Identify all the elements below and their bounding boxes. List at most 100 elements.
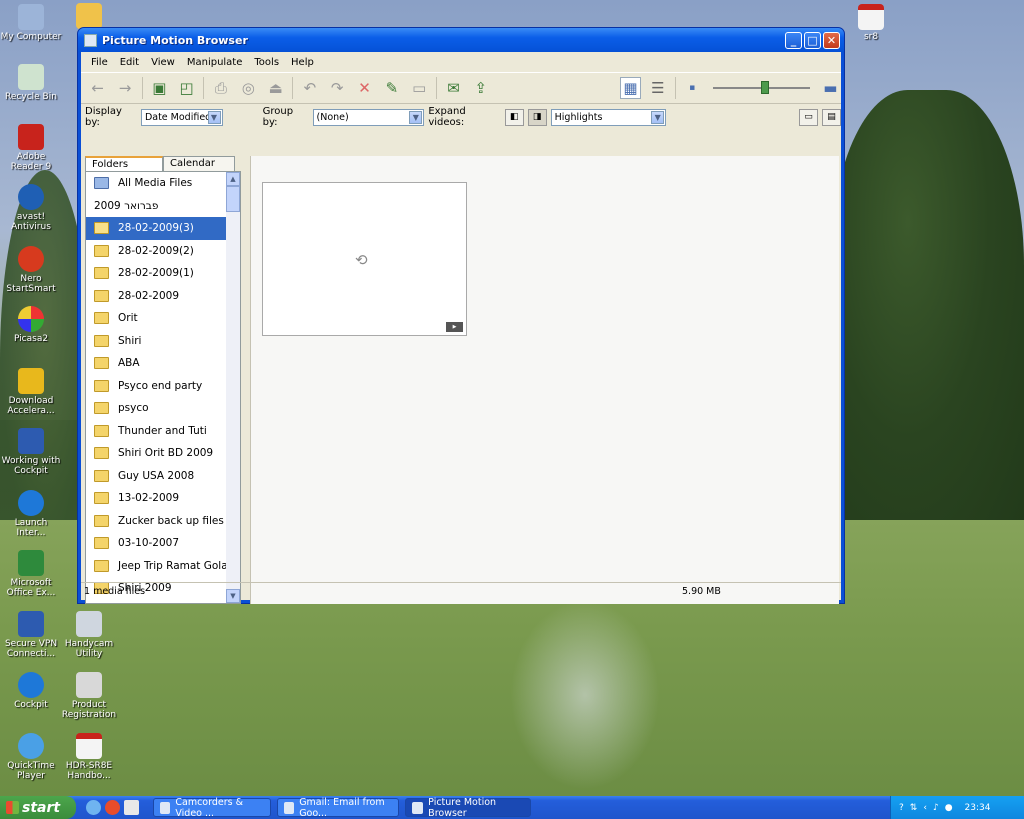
- menu-manipulate[interactable]: Manipulate: [181, 57, 249, 68]
- eject-icon[interactable]: ⏏: [265, 77, 286, 99]
- desktop-icon-my-computer[interactable]: My Computer: [0, 4, 62, 42]
- desktop-icon-avast[interactable]: avast! Antivirus: [0, 184, 62, 232]
- small-thumb-icon[interactable]: ▪: [681, 77, 702, 99]
- all-media-files-item[interactable]: All Media Files: [86, 172, 240, 195]
- folder-item[interactable]: 28-02-2009(2): [86, 240, 240, 263]
- view-single-button[interactable]: ▭: [798, 108, 818, 126]
- expand-videos-off-button[interactable]: ◧: [504, 108, 524, 126]
- desktop-icon-handycam-utility[interactable]: Handycam Utility: [58, 611, 120, 659]
- folder-item[interactable]: 28-02-2009(3): [86, 217, 240, 240]
- thumbnail-view-icon[interactable]: ▦: [619, 77, 642, 99]
- tab-folders[interactable]: Folders: [85, 156, 163, 172]
- network-icon[interactable]: ⇅: [910, 803, 918, 813]
- e-mail-icon[interactable]: ✉: [443, 77, 464, 99]
- antivirus-icon[interactable]: ●: [945, 803, 953, 813]
- scrollbar-thumb[interactable]: [226, 186, 240, 212]
- import-icon[interactable]: ▣: [149, 77, 170, 99]
- opera-icon[interactable]: [105, 800, 120, 815]
- scroll-up-icon[interactable]: ▲: [226, 172, 240, 186]
- back-arrow-icon[interactable]: ←: [87, 77, 108, 99]
- menu-tools[interactable]: Tools: [248, 57, 285, 68]
- menu-view[interactable]: View: [145, 57, 181, 68]
- desktop-icon-cockpit[interactable]: Cockpit: [0, 672, 62, 710]
- folder-item[interactable]: Thunder and Tuti: [86, 420, 240, 443]
- thumbnail-size-slider[interactable]: [712, 81, 810, 94]
- volume-icon[interactable]: ♪: [933, 803, 939, 813]
- internet-explorer-icon[interactable]: [86, 800, 101, 815]
- menu-help[interactable]: Help: [285, 57, 320, 68]
- app-icon: [84, 33, 97, 47]
- folder-item[interactable]: 13-02-2009: [86, 487, 240, 510]
- slider-thumb[interactable]: [760, 81, 769, 94]
- group-by-select[interactable]: (None) ▼: [312, 108, 425, 126]
- large-thumb-icon[interactable]: ▬: [820, 77, 841, 99]
- forward-arrow-icon[interactable]: →: [114, 77, 135, 99]
- desktop-icon-working-with-cockpit[interactable]: Working with Cockpit: [0, 428, 62, 476]
- desktop-icon-launch-internet[interactable]: Launch Inter...: [0, 490, 62, 538]
- delete-icon[interactable]: ✕: [354, 77, 375, 99]
- menu-edit[interactable]: Edit: [114, 57, 145, 68]
- desktop-icon-adobe-reader[interactable]: Adobe Reader 9: [0, 124, 62, 172]
- folder-item[interactable]: Guy USA 2008: [86, 465, 240, 488]
- folder-list-scrollbar[interactable]: ▲ ▼: [226, 172, 240, 603]
- rotate-left-icon[interactable]: ↶: [299, 77, 320, 99]
- disc-icon[interactable]: ◎: [238, 77, 259, 99]
- minimize-button[interactable]: _: [785, 31, 802, 49]
- desktop-icon-download-accelerator[interactable]: Download Accelera...: [0, 368, 62, 416]
- folder-item[interactable]: ABA: [86, 352, 240, 375]
- edit-tools-icon[interactable]: ✎: [381, 77, 402, 99]
- start-button[interactable]: start: [0, 796, 76, 819]
- upload-icon[interactable]: ⇪: [470, 77, 491, 99]
- clock[interactable]: 23:34: [965, 803, 991, 813]
- folder-item[interactable]: psyco: [86, 397, 240, 420]
- folder-item[interactable]: Shiri Orit BD 2009: [86, 442, 240, 465]
- taskbar-item-camcorders[interactable]: Camcorders & Video ...: [153, 797, 271, 819]
- folder-item[interactable]: 03-10-2007: [86, 532, 240, 555]
- export-folder-icon[interactable]: ◰: [176, 77, 197, 99]
- folder-item[interactable]: Psyco end party: [86, 375, 240, 398]
- chevron-down-icon[interactable]: ▼: [409, 110, 423, 124]
- folder-item[interactable]: 28-02-2009(1): [86, 262, 240, 285]
- slideshow-icon[interactable]: ▭: [409, 77, 430, 99]
- chevron-down-icon[interactable]: ▼: [207, 110, 221, 124]
- taskbar-item-picture-motion-browser[interactable]: Picture Motion Browser: [405, 797, 531, 819]
- desktop-icon-nero[interactable]: Nero StartSmart: [0, 246, 62, 294]
- expand-videos-on-button[interactable]: ◨: [527, 108, 547, 126]
- menu-file[interactable]: File: [85, 57, 114, 68]
- rotate-right-icon[interactable]: ↷: [327, 77, 348, 99]
- desktop-icon-product-registration[interactable]: Product Registration: [58, 672, 120, 720]
- desktop-icon-recycle-bin[interactable]: Recycle Bin: [0, 64, 62, 102]
- media-thumbnail[interactable]: ⟲ ▶: [262, 182, 467, 336]
- desktop-icon-picasa[interactable]: Picasa2: [0, 306, 62, 344]
- chevron-left-icon[interactable]: ‹: [923, 803, 927, 813]
- view-detail-button[interactable]: ▤: [822, 108, 842, 126]
- folder-item[interactable]: 28-02-2009: [86, 285, 240, 308]
- help-icon[interactable]: ?: [899, 803, 904, 813]
- group-by-label: Group by:: [262, 106, 294, 128]
- close-button[interactable]: ✕: [823, 31, 840, 49]
- folder-item[interactable]: Shiri: [86, 330, 240, 353]
- list-view-icon[interactable]: ☰: [647, 77, 668, 99]
- desktop-icon-secure-vpn[interactable]: Secure VPN Connecti...: [0, 611, 62, 659]
- highlights-select[interactable]: Highlights ▼: [550, 108, 667, 126]
- folder-item[interactable]: Jeep Trip Ramat Gola...: [86, 555, 240, 578]
- desktop-icon-sr8[interactable]: sr8: [840, 4, 902, 42]
- picasa-icon[interactable]: [124, 800, 139, 815]
- folder-item[interactable]: Orit: [86, 307, 240, 330]
- taskbar-item-gmail[interactable]: Gmail: Email from Goo...: [277, 797, 399, 819]
- internet-explorer-icon: [18, 672, 44, 698]
- desktop-icon-quicktime[interactable]: QuickTime Player: [0, 733, 62, 781]
- tab-calendar[interactable]: Calendar: [163, 156, 235, 172]
- date-group-header: פברואר 2009: [94, 199, 159, 212]
- display-by-value: Date Modified: [144, 111, 212, 123]
- print-icon[interactable]: ⎙: [210, 77, 231, 99]
- display-by-select[interactable]: Date Modified ▼: [140, 108, 223, 126]
- desktop-icon-handbook[interactable]: HDR-SR8E Handbo...: [58, 733, 120, 781]
- folder-item[interactable]: Zucker back up files: [86, 510, 240, 533]
- title-bar[interactable]: Picture Motion Browser _ □ ✕: [78, 28, 844, 52]
- chevron-down-icon[interactable]: ▼: [651, 110, 665, 124]
- folder-icon: [94, 289, 109, 302]
- maximize-button[interactable]: □: [804, 31, 821, 49]
- desktop-icon-excel[interactable]: Microsoft Office Ex...: [0, 550, 62, 598]
- display-by-label: Display by:: [85, 106, 122, 128]
